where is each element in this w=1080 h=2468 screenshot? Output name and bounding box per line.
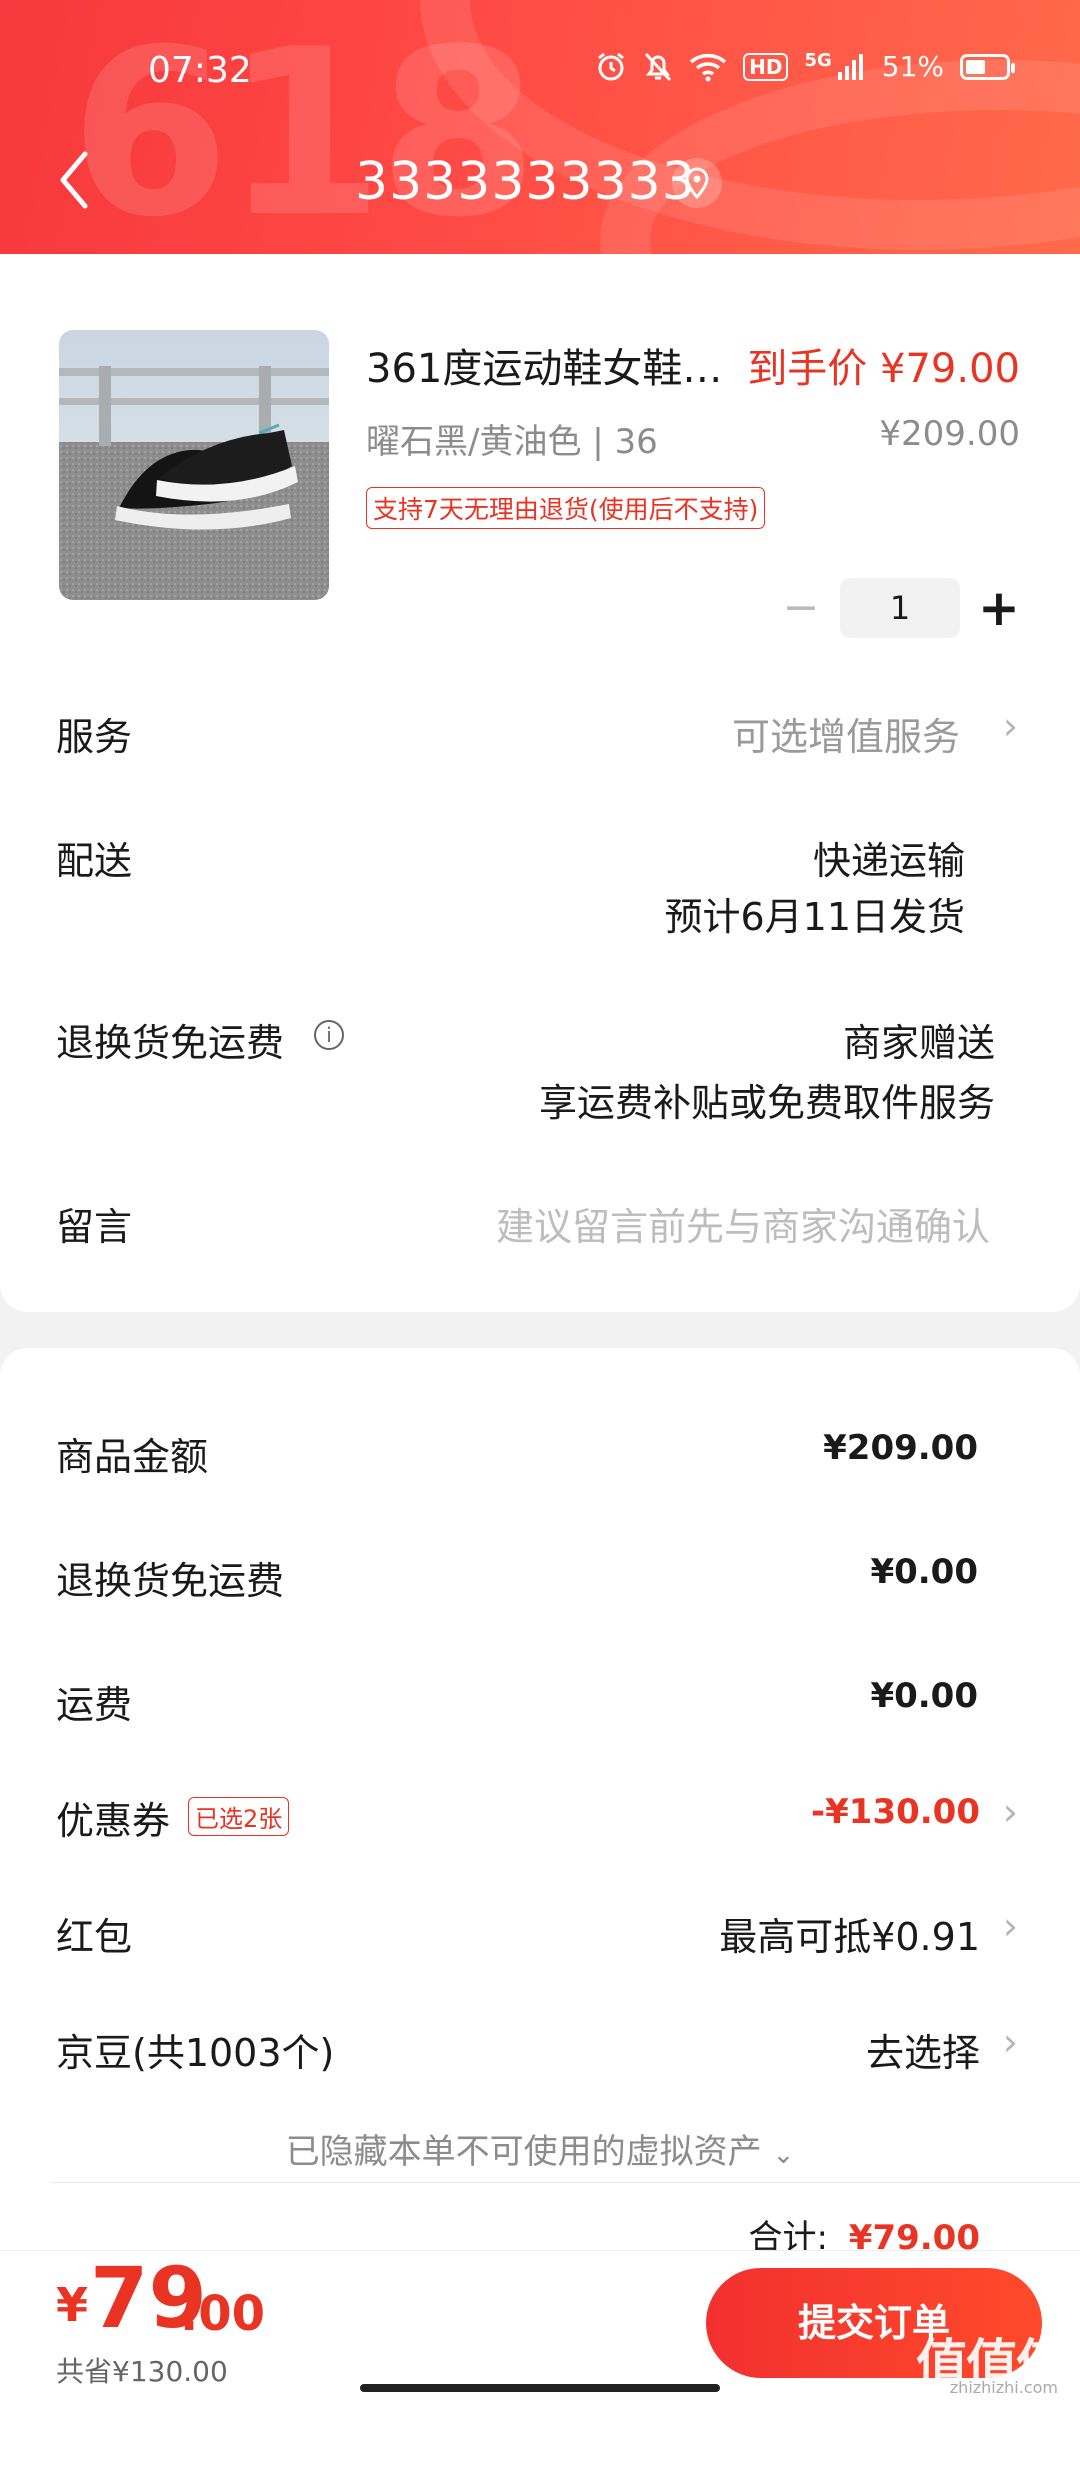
pay-amount-decimal: .00: [180, 2286, 266, 2342]
delivery-method[interactable]: 快递运输: [813, 830, 965, 885]
promo-618-watermark: 618: [70, 1, 538, 254]
message-input[interactable]: 建议留言前先与商家沟通确认: [496, 1196, 990, 1251]
delivery-label: 配送: [56, 839, 133, 883]
pay-currency: ¥: [56, 2278, 89, 2332]
chevron-left-icon: [60, 151, 88, 209]
delivery-estimate: 预计6月11日发货: [664, 895, 965, 939]
battery-fill: [966, 59, 985, 74]
home-indicator[interactable]: [360, 2384, 720, 2392]
hidden-assets-toggle[interactable]: 已隐藏本单不可使用的虚拟资产 ⌄: [0, 2124, 1080, 2173]
mute-bell-icon: [645, 52, 672, 81]
shoe-photo: [59, 330, 329, 600]
coupon-count-badge: 已选2张: [188, 1797, 290, 1836]
header-bar: 618 07:32 HD 5G 51% 3333333333: [0, 0, 1080, 254]
message-label: 留言: [56, 1205, 133, 1249]
service-value[interactable]: 可选增值服务: [732, 706, 960, 761]
coupon-chevron-icon[interactable]: ›: [1003, 1790, 1018, 1834]
hd-badge: HD: [743, 52, 789, 81]
info-icon[interactable]: i: [314, 1020, 344, 1050]
return-policy-badge: 支持7天无理由退货(使用后不支持): [366, 487, 766, 529]
goods-amount-label: 商品金额: [56, 1435, 209, 1479]
page-title[interactable]: 3333333333: [355, 152, 696, 212]
chevron-down-icon: ⌄: [772, 2140, 795, 2170]
location-button[interactable]: [672, 158, 722, 208]
divider: [50, 2182, 1080, 2183]
service-chevron-icon[interactable]: ›: [1003, 704, 1018, 748]
battery-icon: [960, 53, 1015, 80]
status-time: 07:32: [148, 50, 252, 91]
network-label: 5G: [804, 50, 832, 71]
site-watermark-url: zhizhizhi.com: [949, 2378, 1058, 2397]
red-packet-chevron-icon[interactable]: ›: [1003, 1904, 1018, 1948]
hidden-assets-text: 已隐藏本单不可使用的虚拟资产: [285, 2132, 762, 2172]
return-shipping-label: 退换货免运费: [56, 1021, 285, 1065]
product-name[interactable]: 361度运动鞋女鞋…: [366, 336, 722, 394]
coupon-label: 优惠券: [56, 1799, 171, 1843]
jd-beans-value[interactable]: 去选择: [866, 2022, 980, 2077]
status-icons: HD 5G 51%: [595, 50, 1015, 83]
return-shipping-detail: 享运费补贴或免费取件服务: [538, 1081, 995, 1125]
quantity-value[interactable]: 1: [840, 578, 960, 638]
quantity-increase-button[interactable]: +: [976, 576, 1022, 640]
jd-beans-chevron-icon[interactable]: ›: [1003, 2020, 1018, 2064]
shipping-label: 运费: [56, 1683, 133, 1727]
return-shipping-value: 商家赠送: [842, 1021, 995, 1065]
jd-beans-label: 京豆(共1003个): [56, 2031, 335, 2075]
service-label: 服务: [56, 715, 133, 759]
return-fee-label: 退换货免运费: [56, 1559, 285, 1603]
alarm-icon: [598, 52, 625, 80]
signal-icon: [837, 53, 863, 80]
wifi-icon: [689, 53, 727, 81]
original-price: ¥209.00: [879, 414, 1020, 454]
battery-percent: 51%: [881, 50, 944, 83]
coupon-value[interactable]: -¥130.00: [811, 1792, 980, 1832]
quantity-decrease-button[interactable]: −: [778, 578, 824, 638]
red-packet-label: 红包: [56, 1915, 133, 1959]
product-image[interactable]: [59, 330, 329, 600]
product-spec[interactable]: 曜石黑/黄油色 | 36: [366, 414, 658, 463]
goods-amount-value: ¥209.00: [823, 1428, 978, 1468]
location-pin-icon: [685, 167, 709, 199]
return-fee-value: ¥0.00: [870, 1552, 978, 1592]
red-packet-value[interactable]: 最高可抵¥0.91: [719, 1906, 980, 1961]
back-button[interactable]: [55, 150, 105, 210]
saved-amount: 共省¥130.00: [56, 2355, 228, 2388]
final-price: 到手价 ¥79.00: [747, 346, 1020, 392]
shipping-value: ¥0.00: [870, 1676, 978, 1716]
